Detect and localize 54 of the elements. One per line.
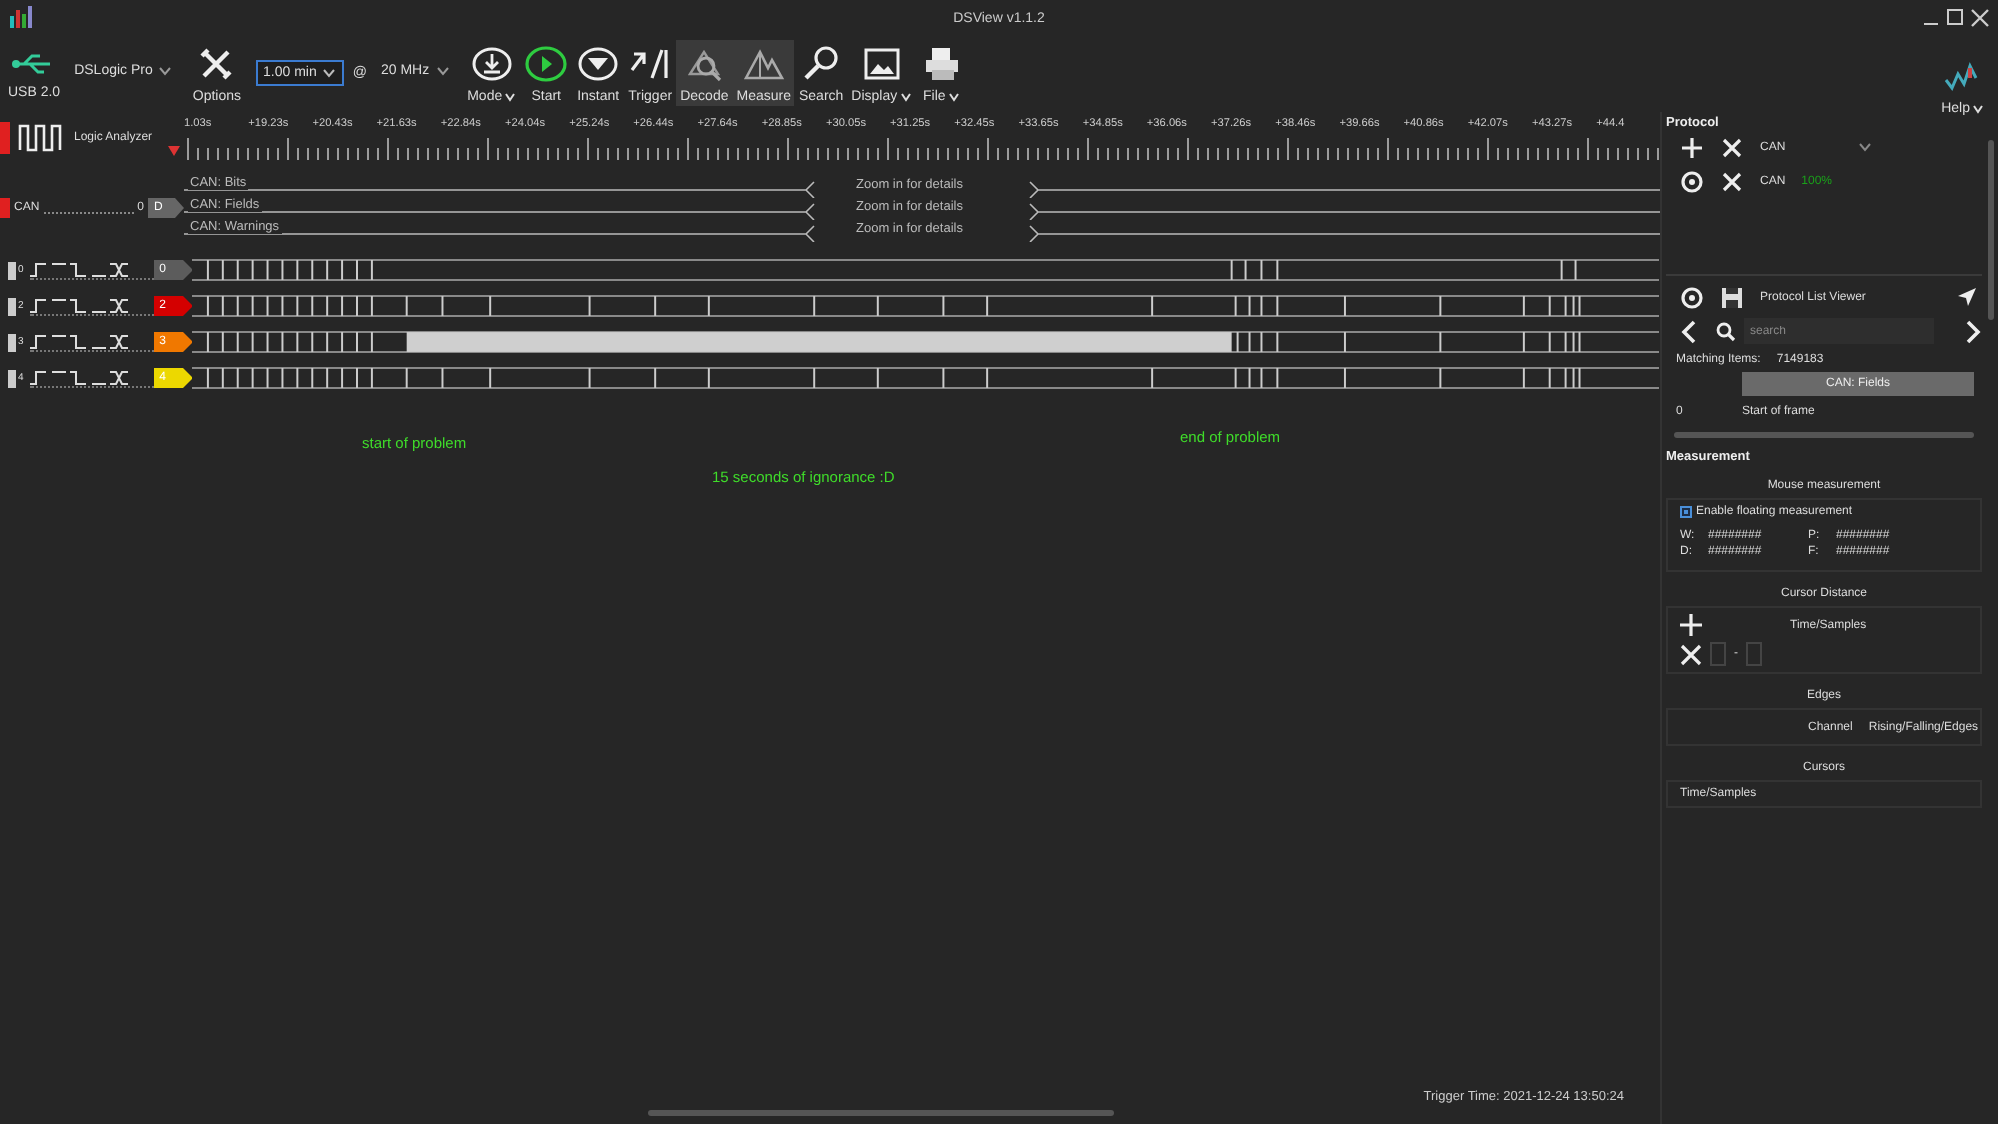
trigger-icon (628, 46, 673, 82)
channel-marker (8, 261, 16, 279)
settings-icon[interactable] (1680, 169, 1704, 193)
any-edge-icon[interactable] (109, 297, 128, 313)
channel-marker (8, 369, 16, 387)
falling-edge-icon[interactable] (69, 297, 88, 313)
download-icon (469, 46, 514, 82)
measure-icon (741, 46, 786, 82)
horizontal-scrollbar[interactable] (1674, 432, 1974, 438)
play-icon (524, 46, 569, 82)
falling-edge-icon[interactable] (69, 369, 88, 385)
caret-icon (1858, 142, 1872, 152)
caret-icon (158, 66, 173, 76)
any-edge-icon[interactable] (109, 333, 128, 349)
plus-icon[interactable] (1680, 614, 1702, 636)
channel-marker (8, 333, 16, 351)
close-icon[interactable] (1970, 8, 1990, 28)
checkbox[interactable] (1680, 506, 1692, 518)
next-icon[interactable] (1962, 319, 1982, 343)
channel-marker (0, 122, 10, 154)
caret-icon (1972, 104, 1984, 114)
save-icon[interactable] (1720, 285, 1744, 309)
search-icon[interactable] (1716, 321, 1736, 341)
picture-frame-icon (859, 46, 904, 82)
scrollbar-thumb[interactable] (648, 1110, 1114, 1116)
logo-icon (1944, 62, 1981, 94)
any-edge-icon[interactable] (109, 261, 128, 277)
settings-icon[interactable] (1680, 285, 1704, 309)
caret-icon (322, 68, 337, 78)
decoder-marker (0, 198, 10, 218)
caret-icon (947, 92, 960, 102)
channel-marker (8, 297, 16, 315)
caret-icon (504, 92, 517, 102)
any-edge-icon[interactable] (109, 369, 128, 385)
square-wave-icon (18, 124, 66, 152)
decode-icon (682, 46, 727, 82)
plus-icon[interactable] (1680, 135, 1704, 159)
previous-icon[interactable] (1680, 319, 1700, 343)
rising-edge-icon[interactable] (29, 261, 48, 277)
caret-icon (435, 66, 450, 76)
falling-edge-icon[interactable] (69, 333, 88, 349)
rising-edge-icon[interactable] (29, 333, 48, 349)
vertical-scrollbar[interactable] (1988, 140, 1994, 320)
falling-edge-icon[interactable] (69, 261, 88, 277)
caret-icon (899, 92, 912, 102)
navigation-arrow-icon[interactable] (1956, 286, 1978, 308)
search-icon (799, 46, 844, 82)
rising-edge-icon[interactable] (29, 297, 48, 313)
rising-edge-icon[interactable] (29, 369, 48, 385)
funnel-icon (576, 46, 621, 82)
trigger-marker-icon (168, 146, 180, 156)
maximize-icon[interactable] (1946, 8, 1964, 26)
logo-icon (8, 4, 36, 32)
tools-icon (198, 46, 235, 82)
